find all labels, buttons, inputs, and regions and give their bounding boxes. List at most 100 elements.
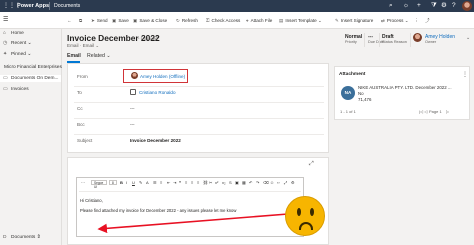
filter-icon[interactable]: ⧩	[431, 2, 437, 10]
form-name: Email	[82, 43, 95, 48]
signature-icon: ✎	[335, 18, 339, 23]
toolbar-toggle-icon[interactable]: ⋯	[81, 180, 85, 185]
expand-icon[interactable]: ⤢	[309, 161, 314, 168]
link-icon[interactable]: ⛓	[203, 180, 208, 185]
nav-item-recent[interactable]: ◷ Recent ⌄	[3, 40, 32, 47]
search-icon[interactable]: ⌕	[389, 2, 393, 10]
entity-name: Email	[67, 43, 79, 48]
tab-related[interactable]: Related ⌄	[87, 53, 111, 59]
add-icon[interactable]: +	[417, 2, 421, 10]
lightbulb-icon[interactable]: ☼	[403, 2, 409, 10]
signature-label: Insert Signature	[340, 18, 374, 23]
numbered-list-icon[interactable]: ≡	[160, 180, 162, 185]
change-area-button[interactable]: D Documents ⇕	[3, 234, 41, 241]
field-divider	[74, 86, 324, 87]
nav-pinned-label: Pinned	[11, 52, 26, 57]
attach-label: Attach File	[250, 18, 273, 23]
back-button[interactable]: ←	[67, 17, 74, 24]
nav-item-home[interactable]: ⌂ Home	[3, 30, 24, 37]
popout-button[interactable]: ⧉	[79, 17, 84, 24]
subject-value[interactable]: Invoice December 2022	[130, 138, 181, 143]
insert-template-button[interactable]: ▤ Insert Template ⌄	[279, 17, 322, 24]
from-value[interactable]: Amey Holden (Offline)	[140, 74, 185, 79]
emoji-icon[interactable]: ☺	[270, 180, 274, 185]
document-icon: ▭	[3, 76, 8, 81]
font-select[interactable]: Segoe UI	[91, 180, 107, 189]
share-icon: ⤴	[425, 18, 430, 23]
editor-settings-icon[interactable]: ⚙	[291, 180, 295, 185]
font-size-select[interactable]: 8	[109, 180, 117, 185]
nav-recent-label: Recent	[11, 41, 27, 46]
nav-item-invoices[interactable]: ▭ Invoices	[3, 86, 29, 93]
bullet-list-icon[interactable]: ☰	[153, 180, 157, 185]
outdent-icon[interactable]: ⇤	[167, 180, 170, 185]
area-badge-icon: D	[3, 235, 7, 240]
align-left-icon[interactable]: ≡	[185, 180, 187, 185]
refresh-button[interactable]: ↻ Refresh	[176, 17, 198, 24]
quote-icon[interactable]: ❝	[179, 180, 181, 185]
area-name[interactable]: Documents	[54, 3, 80, 9]
indent-icon[interactable]: ⇥	[173, 180, 176, 185]
nav-invoices-label: Invoices	[11, 87, 29, 92]
site-map	[0, 29, 62, 245]
table-icon[interactable]: ▦	[242, 180, 246, 185]
to-value[interactable]: Cristiano Ronaldo	[139, 90, 176, 95]
email-body-text: Please find attached my invoice for Dece…	[80, 208, 237, 213]
header-expand-icon[interactable]: ⌄	[466, 35, 470, 41]
subscript-icon[interactable]: x₂	[222, 180, 226, 185]
next-page-icon[interactable]: ▷	[446, 109, 449, 114]
nav-section-title: Micro Financial Enterprises	[4, 65, 62, 70]
emoji-left-eye	[297, 208, 301, 216]
highlight-icon[interactable]: ✎	[139, 180, 142, 185]
clear-format-icon[interactable]: ⌫	[263, 180, 269, 185]
help-icon[interactable]: ?	[452, 2, 456, 10]
check-access-button[interactable]: ⚿ Check Access	[206, 17, 240, 24]
attach-icon: ⌖	[246, 18, 249, 23]
process-button[interactable]: ⇄ Process ⌄	[381, 17, 409, 24]
align-right-icon[interactable]: ≡	[197, 180, 199, 185]
app-name[interactable]: Power Apps	[17, 3, 49, 9]
font-color-icon[interactable]: A	[146, 180, 149, 185]
nav-item-pinned[interactable]: ✦ Pinned ⌄	[3, 51, 31, 58]
area-switch-label: Documents	[11, 235, 36, 240]
owner-avatar	[413, 33, 422, 42]
image-icon[interactable]: ▣	[235, 180, 239, 185]
redo-icon[interactable]: ↷	[256, 180, 259, 185]
settings-icon[interactable]: ⚙	[441, 2, 447, 10]
attach-file-button[interactable]: ⌖ Attach File	[246, 17, 272, 24]
share-button[interactable]: ⤴	[425, 17, 432, 24]
undo-icon[interactable]: ↶	[249, 180, 252, 185]
refresh-icon: ↻	[176, 18, 180, 23]
bcc-value[interactable]: ---	[130, 122, 135, 127]
command-bar: ☰ ← ⧉ ➤ Send ▣ Save ▣ Save & Close ↻ Refresh…	[0, 12, 474, 29]
bold-icon[interactable]: B	[120, 180, 123, 185]
hamburger-icon[interactable]: ☰	[3, 17, 8, 23]
app-header: ⋮⋮⋮ Power Apps Documents ⌕ ☼ + ⧩ ⚙ ?	[0, 0, 474, 12]
unlink-icon[interactable]: ✂	[209, 180, 212, 185]
save-button[interactable]: ▣ Save	[112, 17, 129, 24]
superscript-icon[interactable]: x²	[215, 180, 218, 185]
align-center-icon[interactable]: ≡	[191, 180, 193, 185]
nav-item-documents[interactable]: ▭ Documents On Dem...	[0, 75, 61, 82]
italic-icon[interactable]: I	[126, 180, 127, 185]
send-button[interactable]: ➤ Send	[91, 17, 108, 24]
expand-editor-icon[interactable]: ⤢	[284, 180, 287, 185]
bcc-label: Bcc	[77, 122, 85, 127]
more-options-icon[interactable]: ⋮	[462, 71, 468, 78]
more-commands-icon[interactable]: ⋮	[414, 17, 419, 24]
insert-signature-button[interactable]: ✎ Insert Signature	[335, 17, 373, 24]
check-access-icon: ⚿	[206, 18, 210, 23]
page-number: Page 1	[429, 109, 442, 114]
first-page-icon[interactable]: |◁ ◁	[419, 109, 427, 114]
strikethrough-icon[interactable]: S	[229, 180, 232, 185]
form-selector[interactable]: Email · Email ⌄	[67, 43, 99, 49]
attachment-name[interactable]: NIKE AUSTRALIA PTY. LTD. December 2022 .…	[358, 85, 452, 90]
save-close-button[interactable]: ▣ Save & Close	[133, 17, 167, 24]
cc-value[interactable]: ---	[130, 106, 135, 111]
source-icon[interactable]: ‹›	[277, 180, 280, 185]
tab-email[interactable]: Email	[67, 53, 81, 63]
refresh-label: Refresh	[181, 18, 198, 23]
underline-icon[interactable]: U	[132, 180, 135, 185]
owner-label: Owner	[425, 40, 437, 44]
user-avatar[interactable]	[462, 1, 472, 11]
